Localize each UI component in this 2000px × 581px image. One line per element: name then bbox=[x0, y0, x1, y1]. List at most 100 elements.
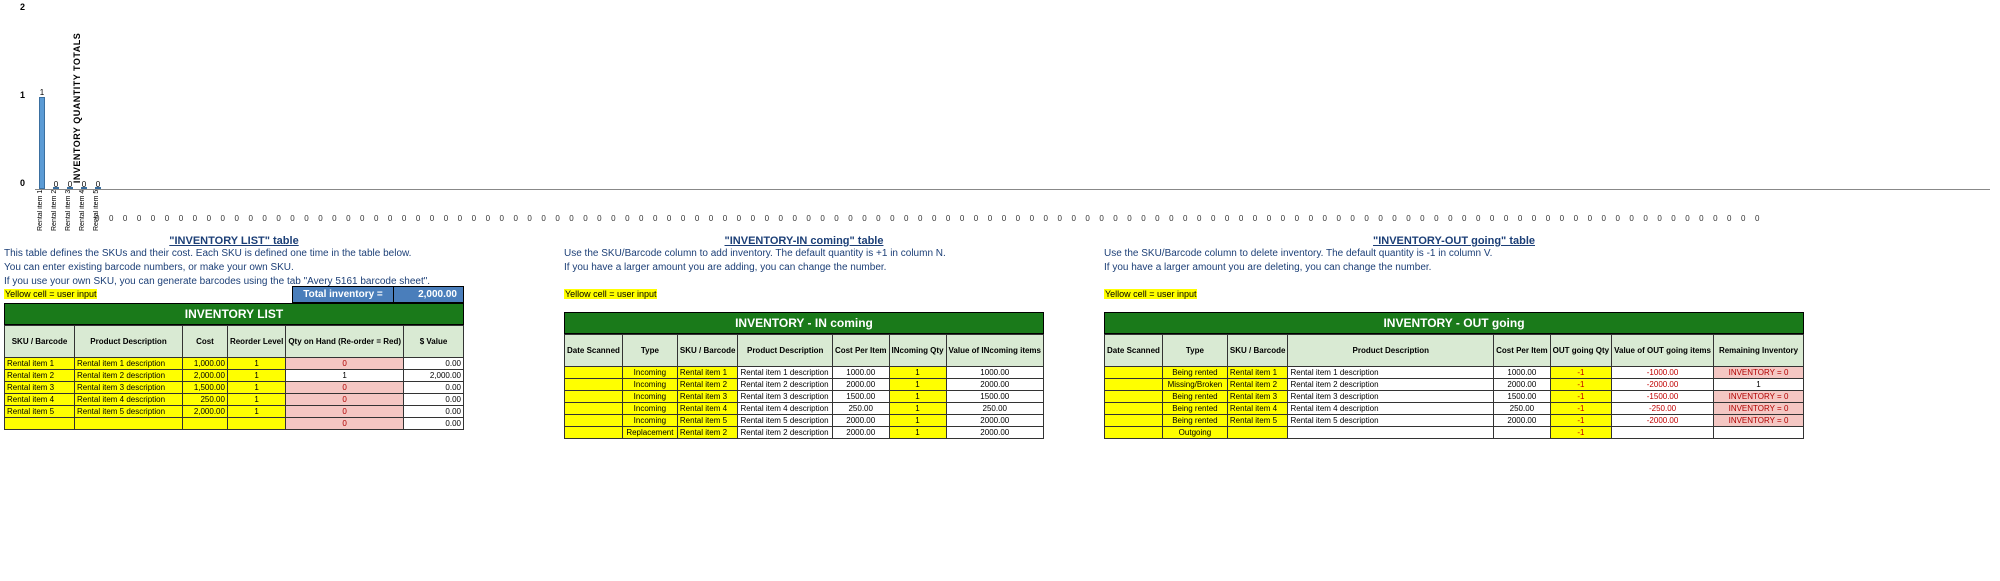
cell-sku[interactable]: Rental item 1 bbox=[677, 367, 738, 379]
table-row[interactable]: Rental item 2Rental item 2 description2,… bbox=[5, 370, 464, 382]
table-row[interactable]: Rental item 3Rental item 3 description1,… bbox=[5, 382, 464, 394]
cell-date[interactable] bbox=[1105, 403, 1163, 415]
cell-desc[interactable]: Rental item 1 description bbox=[75, 358, 183, 370]
cell-qty[interactable]: 1 bbox=[889, 367, 946, 379]
cell-date[interactable] bbox=[1105, 415, 1163, 427]
cell-type[interactable]: Incoming bbox=[622, 403, 677, 415]
cell-sku[interactable]: Rental item 2 bbox=[677, 427, 738, 439]
cell-type[interactable]: Being rented bbox=[1162, 391, 1227, 403]
table-row[interactable]: Outgoing -1 bbox=[1105, 427, 1804, 439]
cell-sku[interactable]: Rental item 4 bbox=[677, 403, 738, 415]
cell-date[interactable] bbox=[1105, 367, 1163, 379]
table-row[interactable]: IncomingRental item 5Rental item 5 descr… bbox=[565, 415, 1044, 427]
table-row[interactable]: Being rentedRental item 5Rental item 5 d… bbox=[1105, 415, 1804, 427]
cell-date[interactable] bbox=[565, 403, 623, 415]
table-row[interactable]: Rental item 1Rental item 1 description1,… bbox=[5, 358, 464, 370]
cell-reorder[interactable]: 1 bbox=[227, 370, 285, 382]
cell-desc[interactable] bbox=[75, 418, 183, 430]
cell-sku[interactable]: Rental item 1 bbox=[1227, 367, 1288, 379]
cell-type[interactable]: Replacement bbox=[622, 427, 677, 439]
cell-qty[interactable]: -1 bbox=[1550, 391, 1611, 403]
cell-desc[interactable]: Rental item 4 description bbox=[75, 394, 183, 406]
cell-desc[interactable]: Rental item 2 description bbox=[75, 370, 183, 382]
cell-type[interactable]: Incoming bbox=[622, 391, 677, 403]
cell-date[interactable] bbox=[1105, 379, 1163, 391]
cell-desc[interactable]: Rental item 5 description bbox=[75, 406, 183, 418]
table-row[interactable]: Being rentedRental item 4Rental item 4 d… bbox=[1105, 403, 1804, 415]
cell-sku[interactable]: Rental item 5 bbox=[5, 406, 75, 418]
inventory-list-table[interactable]: SKU / Barcode Product Description Cost R… bbox=[4, 325, 464, 430]
cell-qty[interactable]: -1 bbox=[1550, 415, 1611, 427]
cell-date[interactable] bbox=[1105, 427, 1163, 439]
cell-qty[interactable]: 1 bbox=[889, 379, 946, 391]
cell-date[interactable] bbox=[565, 391, 623, 403]
cell-type[interactable]: Outgoing bbox=[1162, 427, 1227, 439]
cell-date[interactable] bbox=[565, 367, 623, 379]
cell-val: -1500.00 bbox=[1612, 391, 1714, 403]
table-row[interactable]: IncomingRental item 3Rental item 3 descr… bbox=[565, 391, 1044, 403]
cell-sku[interactable] bbox=[5, 418, 75, 430]
cell-sku[interactable]: Rental item 5 bbox=[677, 415, 738, 427]
cell-qty[interactable]: 1 bbox=[889, 403, 946, 415]
table-row[interactable]: Rental item 5Rental item 5 description2,… bbox=[5, 406, 464, 418]
cell-type[interactable]: Incoming bbox=[622, 367, 677, 379]
inventory-in-table[interactable]: Date Scanned Type SKU / Barcode Product … bbox=[564, 334, 1044, 439]
cell-date[interactable] bbox=[565, 415, 623, 427]
cell-reorder[interactable]: 1 bbox=[227, 406, 285, 418]
cell-desc: Rental item 4 description bbox=[1288, 403, 1494, 415]
cell-date[interactable] bbox=[565, 379, 623, 391]
table-row[interactable]: IncomingRental item 1Rental item 1 descr… bbox=[565, 367, 1044, 379]
table-row[interactable]: 00.00 bbox=[5, 418, 464, 430]
cell-cost[interactable] bbox=[182, 418, 227, 430]
cell-qty[interactable]: 1 bbox=[889, 391, 946, 403]
cell-cpi: 2000.00 bbox=[1494, 379, 1551, 391]
chart-bar: 0 bbox=[77, 187, 91, 189]
cell-reorder[interactable]: 1 bbox=[227, 382, 285, 394]
cell-cost[interactable]: 1,000.00 bbox=[182, 358, 227, 370]
cell-qty[interactable]: -1 bbox=[1550, 427, 1611, 439]
note: You can enter existing barcode numbers, … bbox=[4, 261, 464, 275]
cell-sku[interactable]: Rental item 2 bbox=[677, 379, 738, 391]
cell-type[interactable]: Incoming bbox=[622, 379, 677, 391]
cell-reorder[interactable] bbox=[227, 418, 285, 430]
cell-type[interactable]: Missing/Broken bbox=[1162, 379, 1227, 391]
cell-sku[interactable]: Rental item 3 bbox=[5, 382, 75, 394]
cell-sku[interactable]: Rental item 2 bbox=[1227, 379, 1288, 391]
cell-cost[interactable]: 250.00 bbox=[182, 394, 227, 406]
cell-qty[interactable]: -1 bbox=[1550, 403, 1611, 415]
table-row[interactable]: IncomingRental item 2Rental item 2 descr… bbox=[565, 379, 1044, 391]
cell-qty[interactable]: 1 bbox=[889, 415, 946, 427]
cell-reorder[interactable]: 1 bbox=[227, 358, 285, 370]
cell-desc[interactable]: Rental item 3 description bbox=[75, 382, 183, 394]
table-row[interactable]: Being rentedRental item 1Rental item 1 d… bbox=[1105, 367, 1804, 379]
cell-cost[interactable]: 1,500.00 bbox=[182, 382, 227, 394]
table-row[interactable]: Missing/BrokenRental item 2Rental item 2… bbox=[1105, 379, 1804, 391]
cell-sku[interactable]: Rental item 2 bbox=[5, 370, 75, 382]
cell-sku[interactable]: Rental item 3 bbox=[1227, 391, 1288, 403]
cell-desc: Rental item 5 description bbox=[1288, 415, 1494, 427]
cell-type[interactable]: Incoming bbox=[622, 415, 677, 427]
table-row[interactable]: Being rentedRental item 3Rental item 3 d… bbox=[1105, 391, 1804, 403]
table-row[interactable]: IncomingRental item 4Rental item 4 descr… bbox=[565, 403, 1044, 415]
table-row[interactable]: ReplacementRental item 2Rental item 2 de… bbox=[565, 427, 1044, 439]
cell-qty[interactable]: -1 bbox=[1550, 367, 1611, 379]
cell-sku[interactable]: Rental item 4 bbox=[1227, 403, 1288, 415]
cell-cost[interactable]: 2,000.00 bbox=[182, 406, 227, 418]
cell-sku[interactable]: Rental item 1 bbox=[5, 358, 75, 370]
cell-cost[interactable]: 2,000.00 bbox=[182, 370, 227, 382]
cell-reorder[interactable]: 1 bbox=[227, 394, 285, 406]
sections: "INVENTORY LIST" table This table define… bbox=[0, 235, 2000, 439]
cell-sku[interactable] bbox=[1227, 427, 1288, 439]
cell-qty[interactable]: -1 bbox=[1550, 379, 1611, 391]
cell-type[interactable]: Being rented bbox=[1162, 403, 1227, 415]
cell-type[interactable]: Being rented bbox=[1162, 367, 1227, 379]
cell-type[interactable]: Being rented bbox=[1162, 415, 1227, 427]
cell-sku[interactable]: Rental item 3 bbox=[677, 391, 738, 403]
cell-sku[interactable]: Rental item 5 bbox=[1227, 415, 1288, 427]
cell-date[interactable] bbox=[565, 427, 623, 439]
table-row[interactable]: Rental item 4Rental item 4 description25… bbox=[5, 394, 464, 406]
cell-sku[interactable]: Rental item 4 bbox=[5, 394, 75, 406]
inventory-out-table[interactable]: Date Scanned Type SKU / Barcode Product … bbox=[1104, 334, 1804, 439]
cell-date[interactable] bbox=[1105, 391, 1163, 403]
cell-qty[interactable]: 1 bbox=[889, 427, 946, 439]
